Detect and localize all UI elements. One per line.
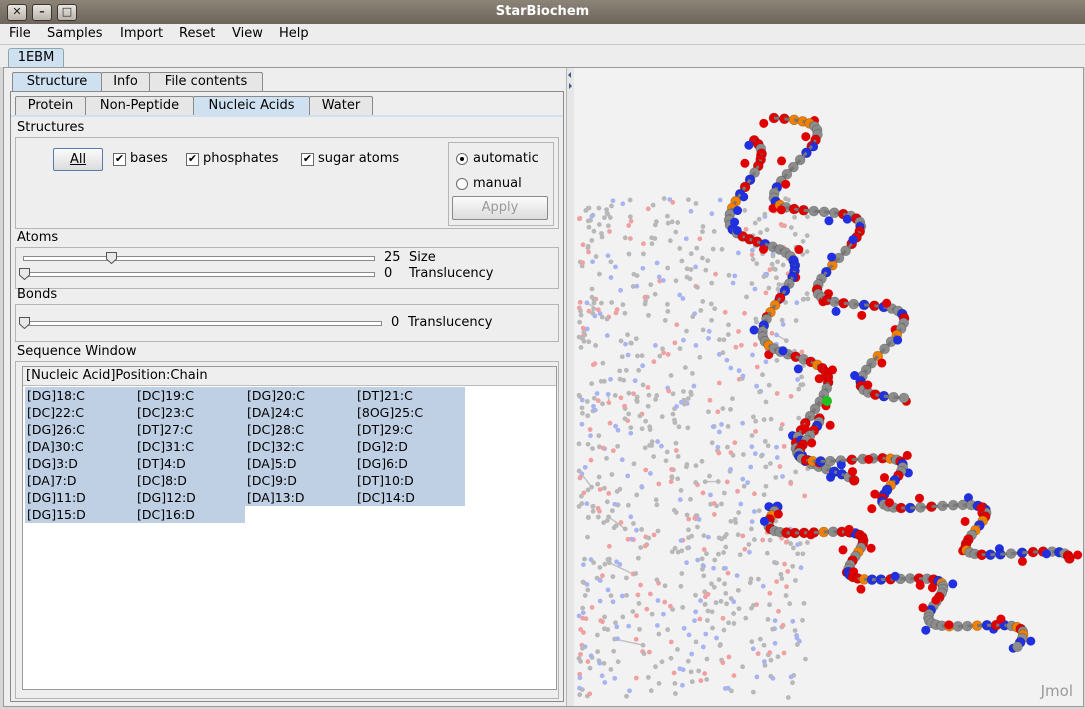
atoms-translucency-value: 0 — [384, 266, 393, 281]
atoms-title: Atoms — [17, 230, 59, 245]
tab-1ebm[interactable]: 1EBM — [8, 48, 64, 68]
menu-view[interactable]: View — [232, 26, 263, 41]
automatic-radio[interactable] — [456, 153, 468, 165]
all-button[interactable]: All — [53, 148, 103, 171]
menu-reset[interactable]: Reset — [179, 26, 215, 41]
sequence-cell[interactable]: [DA]24:C — [245, 404, 355, 421]
sequence-header: [Nucleic Acid]Position:Chain — [23, 367, 556, 386]
sequence-cell[interactable]: [DC]22:C — [25, 404, 135, 421]
title-bar: ✕ – □ StarBiochem — [0, 0, 1085, 25]
document-tabs: 1EBM — [0, 45, 1085, 68]
menu-file[interactable]: File — [9, 26, 31, 41]
bases-label: bases — [130, 151, 168, 166]
sequence-cell[interactable]: [DC]23:C — [135, 404, 245, 421]
menu-bar: File Samples Import Reset View Help — [0, 24, 1085, 45]
sequence-cell[interactable]: [DG]11:D — [25, 489, 135, 506]
sequence-cell[interactable]: [DT]4:D — [135, 455, 245, 472]
bonds-translucency-thumb[interactable] — [19, 317, 30, 329]
sequence-cell[interactable]: [DG]15:D — [25, 506, 135, 523]
tab-non-peptide[interactable]: Non-Peptide — [85, 96, 194, 115]
sequence-cell[interactable]: [DC]32:C — [245, 438, 355, 455]
jmol-watermark: Jmol — [1040, 682, 1073, 700]
sequence-list[interactable]: [Nucleic Acid]Position:Chain [DG]18:C [DC… — [22, 366, 557, 690]
apply-button[interactable]: Apply — [452, 196, 548, 220]
sequence-cell[interactable]: [DT]27:C — [135, 421, 245, 438]
bonds-translucency-label: Translucency — [408, 315, 493, 330]
bonds-translucency-track[interactable] — [23, 321, 382, 326]
atoms-translucency-thumb[interactable] — [19, 268, 30, 280]
sugar-atoms-checkbox[interactable]: ✔ — [301, 153, 314, 166]
sequence-cell[interactable]: [DG]18:C — [25, 387, 135, 404]
molecule-rendering — [576, 112, 1083, 700]
size-label: Size — [409, 250, 436, 265]
tab-nucleic-acids[interactable]: Nucleic Acids — [193, 96, 310, 115]
main-content: Structure Info File contents Protein Non… — [3, 67, 1084, 707]
bonds-title: Bonds — [17, 287, 58, 302]
size-slider-track[interactable] — [23, 256, 375, 261]
sequence-title: Sequence Window — [17, 344, 137, 359]
bonds-translucency-value: 0 — [391, 315, 400, 330]
tab-water[interactable]: Water — [309, 96, 373, 115]
tab-protein[interactable]: Protein — [15, 96, 86, 115]
atoms-translucency-label: Translucency — [409, 266, 494, 281]
sequence-cell[interactable]: [DC]9:D — [245, 472, 355, 489]
sequence-cell[interactable]: [DG]3:D — [25, 455, 135, 472]
structure-panel: Protein Non-Peptide Nucleic Acids Water … — [10, 91, 564, 702]
protein-backbone — [576, 196, 811, 700]
sequence-cell[interactable]: [DC]16:D — [135, 506, 245, 523]
menu-import[interactable]: Import — [120, 26, 163, 41]
structures-title: Structures — [17, 120, 85, 135]
sequence-cell[interactable]: [DC]28:C — [245, 421, 355, 438]
menu-help[interactable]: Help — [279, 26, 309, 41]
manual-radio[interactable] — [456, 178, 468, 190]
menu-samples[interactable]: Samples — [47, 26, 103, 41]
splitter-arrows-icon[interactable] — [567, 71, 573, 93]
ion-atom — [822, 396, 832, 406]
tab-file-contents[interactable]: File contents — [149, 72, 263, 91]
sequence-cell[interactable]: [DC]14:D — [355, 489, 465, 506]
sequence-cell[interactable]: [DG]2:D — [355, 438, 465, 455]
sequence-cell[interactable]: [DA]5:D — [245, 455, 355, 472]
sequence-cell[interactable]: [DT]10:D — [355, 472, 465, 489]
sequence-header-label: [Nucleic Acid]Position:Chain — [26, 368, 208, 383]
window-title: StarBiochem — [495, 4, 590, 19]
bases-checkbox[interactable]: ✔ — [113, 153, 126, 166]
sequence-cell[interactable]: [8OG]25:C — [355, 404, 465, 421]
phosphates-checkbox[interactable]: ✔ — [186, 153, 199, 166]
sequence-cell[interactable]: [DG]20:C — [245, 387, 355, 404]
tab-info[interactable]: Info — [101, 72, 150, 91]
sequence-cell[interactable]: [DG]26:C — [25, 421, 135, 438]
dna-helix — [723, 112, 1083, 653]
sequence-cell[interactable]: [DA]30:C — [25, 438, 135, 455]
sequence-cell[interactable]: [DC]19:C — [135, 387, 245, 404]
tab-strip-border — [11, 115, 563, 117]
molecule-viewer[interactable]: Jmol — [574, 68, 1083, 706]
sequence-cell[interactable]: [DC]8:D — [135, 472, 245, 489]
sequence-cell[interactable]: [DC]31:C — [135, 438, 245, 455]
automatic-label: automatic — [473, 151, 539, 166]
atoms-translucency-track[interactable] — [23, 272, 375, 277]
sequence-cell[interactable]: [DT]29:C — [355, 421, 465, 438]
sequence-cell[interactable]: [DA]13:D — [245, 489, 355, 506]
control-panel: Structure Info File contents Protein Non… — [8, 70, 564, 702]
size-value: 25 — [384, 250, 401, 265]
phosphates-label: phosphates — [203, 151, 279, 166]
tab-structure[interactable]: Structure — [12, 72, 102, 91]
sequence-cell[interactable]: [DG]12:D — [135, 489, 245, 506]
size-slider-thumb[interactable] — [105, 252, 117, 264]
manual-label: manual — [473, 176, 522, 191]
sequence-cell[interactable]: [DG]6:D — [355, 455, 465, 472]
sugar-atoms-label: sugar atoms — [318, 151, 400, 166]
sequence-cell[interactable]: [DT]21:C — [355, 387, 465, 404]
sequence-cell[interactable]: [DA]7:D — [25, 472, 135, 489]
